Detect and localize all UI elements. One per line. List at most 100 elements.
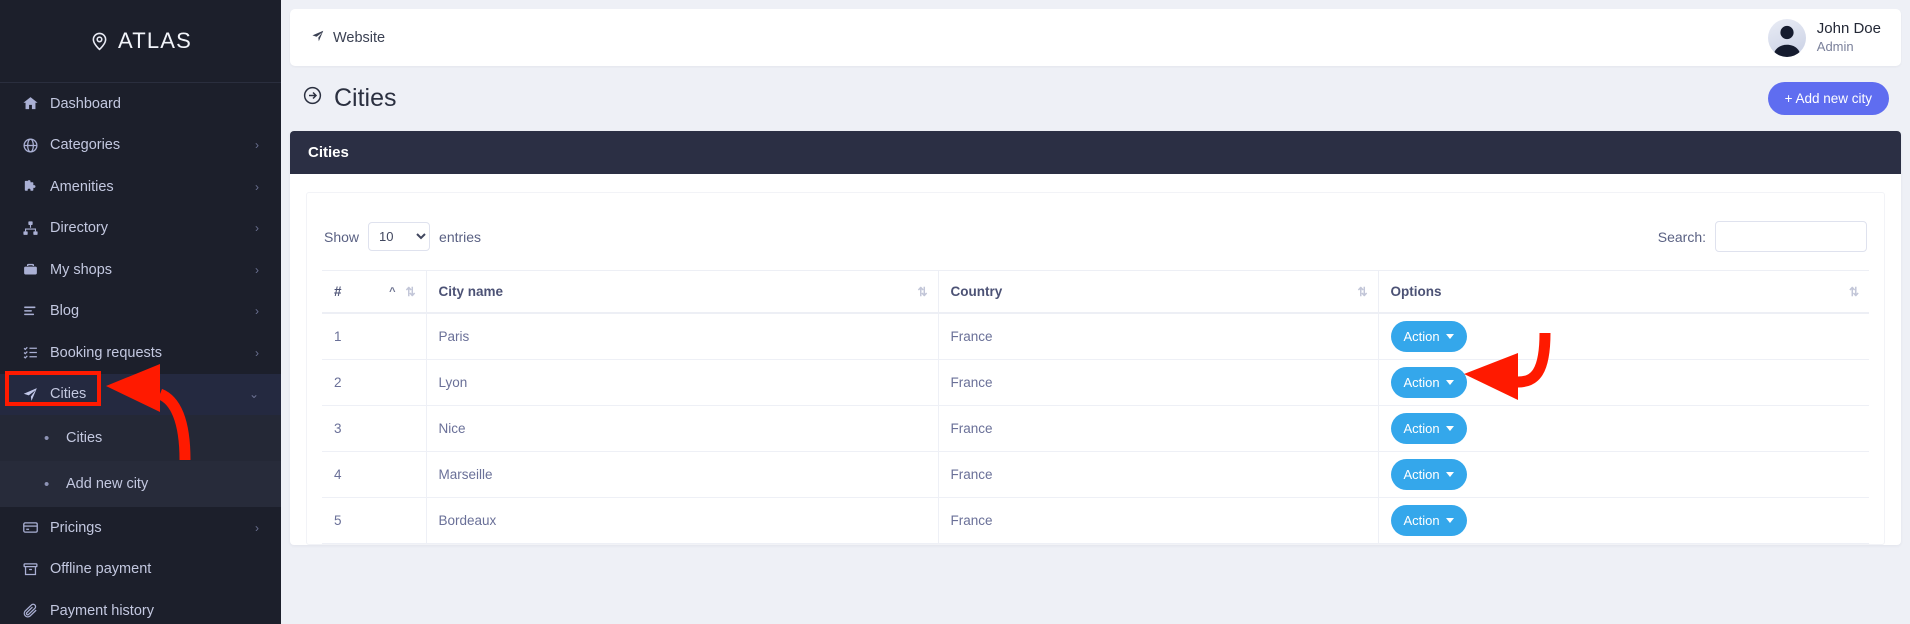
table-row: 5 Bordeaux France Action [322,497,1869,544]
column-header-country[interactable]: Country ⇅ [937,270,1378,314]
sidebar-item-booking-requests[interactable]: Booking requests › [0,332,281,374]
app-root: ATLAS Dashboard Categories › Amenities ›… [0,0,1910,624]
table-header: # ^ ⇅ City name ⇅ Country ⇅ Options ⇅ [322,270,1869,314]
sidebar-nav: Dashboard Categories › Amenities › Direc… [0,83,281,624]
sidebar-item-label: Amenities [50,178,114,195]
sitemap-icon [22,220,50,237]
user-name: John Doe [1816,20,1881,37]
topbar: Website John Doe Admin [290,9,1901,66]
action-button-row-4[interactable]: Action [1390,458,1467,490]
sidebar-item-payment-history[interactable]: Payment history [0,590,281,624]
cell-options: Action [1377,405,1869,452]
table-row: 1 Paris France Action [322,313,1869,360]
paper-plane-icon [22,386,50,403]
sidebar-item-label: Directory [50,220,109,237]
cell-num: 2 [322,359,426,406]
datatable-panel: Show 10 25 50 100 entries Search: [306,192,1885,545]
sidebar-item-amenities[interactable]: Amenities › [0,166,281,208]
paperclip-icon [22,602,50,619]
column-header-city-name[interactable]: City name ⇅ [425,270,938,314]
sidebar-item-label: Dashboard [50,95,121,112]
bullet-icon: • [44,475,50,493]
paper-plane-icon [311,29,325,47]
table-header-row: # ^ ⇅ City name ⇅ Country ⇅ Options ⇅ [322,270,1869,314]
website-label: Website [333,29,386,46]
cities-card: Cities Show 10 25 50 100 entries [290,131,1901,545]
sort-asc-icon: ^ [389,285,396,298]
search-control: Search: [1658,221,1867,252]
sidebar-item-cities[interactable]: Cities ⌄ [0,373,281,415]
arrow-circle-right-icon [302,84,323,113]
caret-down-icon [1445,333,1454,339]
home-icon [22,95,50,112]
caret-down-icon [1445,425,1454,431]
cell-options: Action [1377,359,1869,406]
column-label: Country [950,284,1003,299]
cell-city: Marseille [425,451,938,498]
action-label: Action [1403,466,1440,482]
table-body: 1 Paris France Action 2 Lyon France Acti… [322,313,1869,544]
card-body: Show 10 25 50 100 entries Search: [290,174,1901,545]
page-title-text: Cities [334,84,397,112]
user-info: John Doe Admin [1817,20,1881,55]
cell-num: 1 [322,313,426,360]
cell-city: Paris [425,313,938,360]
chevron-right-icon: › [255,345,259,360]
sidebar-item-offline-payment[interactable]: Offline payment [0,549,281,591]
column-header-num[interactable]: # ^ ⇅ [322,270,426,314]
add-new-city-button[interactable]: + Add new city [1767,82,1889,115]
sidebar-item-categories[interactable]: Categories › [0,125,281,167]
cell-city: Lyon [425,359,938,406]
sidebar-item-blog[interactable]: Blog › [0,291,281,333]
text-lines-icon [22,303,50,320]
cell-num: 3 [322,405,426,452]
cell-country: France [937,405,1378,452]
chevron-down-icon: ⌄ [248,387,259,402]
sidebar-item-label: Booking requests [50,344,163,361]
user-role: Admin [1816,38,1854,54]
sidebar-item-label: Payment history [50,602,154,619]
cell-country: France [937,359,1378,406]
caret-down-icon [1445,379,1454,385]
sort-updown-icon: ⇅ [405,284,415,299]
sidebar-subitem-add-new-city[interactable]: • Add new city [0,461,281,507]
cell-options: Action [1377,497,1869,544]
search-input[interactable] [1715,221,1867,252]
website-link[interactable]: Website [311,29,385,47]
checklist-icon [22,344,50,361]
column-header-options[interactable]: Options ⇅ [1377,270,1869,314]
table-row: 3 Nice France Action [322,405,1869,452]
action-button-row-3[interactable]: Action [1390,412,1467,444]
cell-num: 5 [322,497,426,544]
datatable-controls: Show 10 25 50 100 entries Search: [322,211,1869,270]
sidebar-item-directory[interactable]: Directory › [0,208,281,250]
sidebar-item-label: Blog [50,303,80,320]
action-button-row-1[interactable]: Action [1390,320,1467,352]
archive-icon [22,561,50,578]
sidebar-item-label: Offline payment [50,561,152,578]
sidebar-item-pricings[interactable]: Pricings › [0,507,281,549]
briefcase-icon [22,261,50,278]
sidebar-item-my-shops[interactable]: My shops › [0,249,281,291]
sidebar-subitem-cities[interactable]: • Cities [0,415,281,461]
action-button-row-5[interactable]: Action [1390,504,1467,536]
globe-icon [22,137,50,154]
user-menu[interactable]: John Doe Admin [1767,18,1881,57]
sort-updown-icon: ⇅ [1848,284,1859,299]
page-header: Cities + Add new city [281,66,1910,115]
page-title: Cities [302,84,397,113]
action-label: Action [1403,374,1440,390]
brand-logo[interactable]: ATLAS [0,0,281,83]
action-label: Action [1403,512,1440,528]
entries-select[interactable]: 10 25 50 100 [368,222,431,251]
column-label: Options [1390,284,1442,299]
sidebar-item-dashboard[interactable]: Dashboard [0,83,281,125]
cell-options: Action [1377,451,1869,498]
action-button-row-2[interactable]: Action [1390,366,1467,398]
table-row: 2 Lyon France Action [322,359,1869,406]
avatar [1767,18,1806,57]
sidebar-submenu-cities: • Cities • Add new city [0,415,281,507]
chevron-right-icon: › [255,138,259,153]
entries-control: Show 10 25 50 100 entries [324,222,481,251]
cell-city: Bordeaux [425,497,938,544]
